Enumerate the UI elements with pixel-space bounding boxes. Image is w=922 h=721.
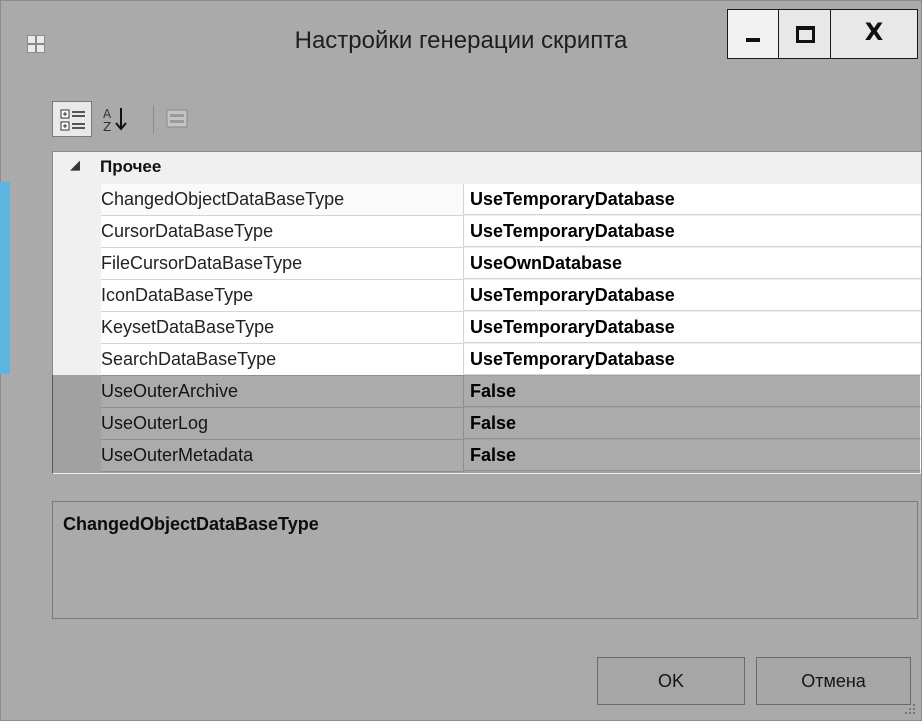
row-gutter — [53, 216, 101, 248]
property-name: KeysetDataBaseType — [101, 312, 464, 344]
row-gutter — [53, 280, 101, 312]
ok-button[interactable]: OK — [597, 657, 745, 705]
property-row[interactable]: SearchDataBaseType UseTemporaryDatabase — [53, 344, 921, 376]
toolbar-separator — [153, 105, 154, 133]
window-title: Настройки генерации скрипта — [294, 27, 628, 54]
collapse-icon[interactable]: ◢ — [70, 158, 80, 173]
minimize-button[interactable] — [727, 9, 779, 59]
row-gutter — [53, 248, 101, 280]
categorized-button[interactable] — [52, 101, 92, 137]
close-button[interactable]: X — [830, 9, 918, 59]
property-value[interactable]: UseTemporaryDatabase — [464, 344, 921, 375]
property-value[interactable]: UseTemporaryDatabase — [464, 312, 921, 343]
dialog-window: Настройки генерации скрипта X A Z ◢ Проч… — [0, 0, 922, 721]
sort-az-icon: A Z — [103, 107, 127, 134]
property-value[interactable]: UseTemporaryDatabase — [464, 216, 921, 247]
svg-text:A: A — [103, 107, 112, 121]
property-pages-icon — [166, 109, 188, 128]
property-row[interactable]: KeysetDataBaseType UseTemporaryDatabase — [53, 312, 921, 344]
property-value[interactable]: UseTemporaryDatabase — [464, 280, 921, 311]
cancel-button[interactable]: Отмена — [756, 657, 911, 705]
maximize-icon — [796, 26, 815, 43]
property-row[interactable]: IconDataBaseType UseTemporaryDatabase — [53, 280, 921, 312]
title-bar[interactable]: Настройки генерации скрипта X — [1, 1, 921, 79]
alphabetical-button[interactable]: A Z — [97, 101, 137, 137]
property-name: FileCursorDataBaseType — [101, 248, 464, 280]
property-name: IconDataBaseType — [101, 280, 464, 312]
row-gutter — [53, 184, 101, 216]
property-name: ChangedObjectDataBaseType — [101, 184, 464, 216]
property-name: CursorDataBaseType — [101, 216, 464, 248]
resize-grip-icon[interactable] — [903, 702, 917, 716]
property-value[interactable]: UseOwnDatabase — [464, 248, 921, 279]
row-gutter — [53, 344, 101, 376]
app-icon — [27, 35, 45, 53]
close-icon: X — [864, 18, 884, 46]
category-header[interactable]: ◢ Прочее — [53, 152, 921, 183]
row-gutter — [53, 312, 101, 344]
category-label: Прочее — [100, 157, 162, 176]
grid-overlay — [52, 375, 920, 473]
description-title: ChangedObjectDataBaseType — [63, 514, 319, 534]
property-name: SearchDataBaseType — [101, 344, 464, 376]
selection-highlight — [0, 182, 10, 374]
maximize-button[interactable] — [778, 9, 831, 59]
property-pages-button[interactable] — [163, 101, 191, 137]
property-row[interactable]: ChangedObjectDataBaseType UseTemporaryDat… — [53, 184, 921, 216]
property-value[interactable]: UseTemporaryDatabase — [464, 184, 921, 215]
property-row[interactable]: FileCursorDataBaseType UseOwnDatabase — [53, 248, 921, 280]
description-panel: ChangedObjectDataBaseType — [52, 501, 918, 619]
svg-text:Z: Z — [103, 120, 111, 134]
minimize-icon — [746, 38, 760, 42]
property-row[interactable]: CursorDataBaseType UseTemporaryDatabase — [53, 216, 921, 248]
categorized-icon — [60, 109, 85, 131]
